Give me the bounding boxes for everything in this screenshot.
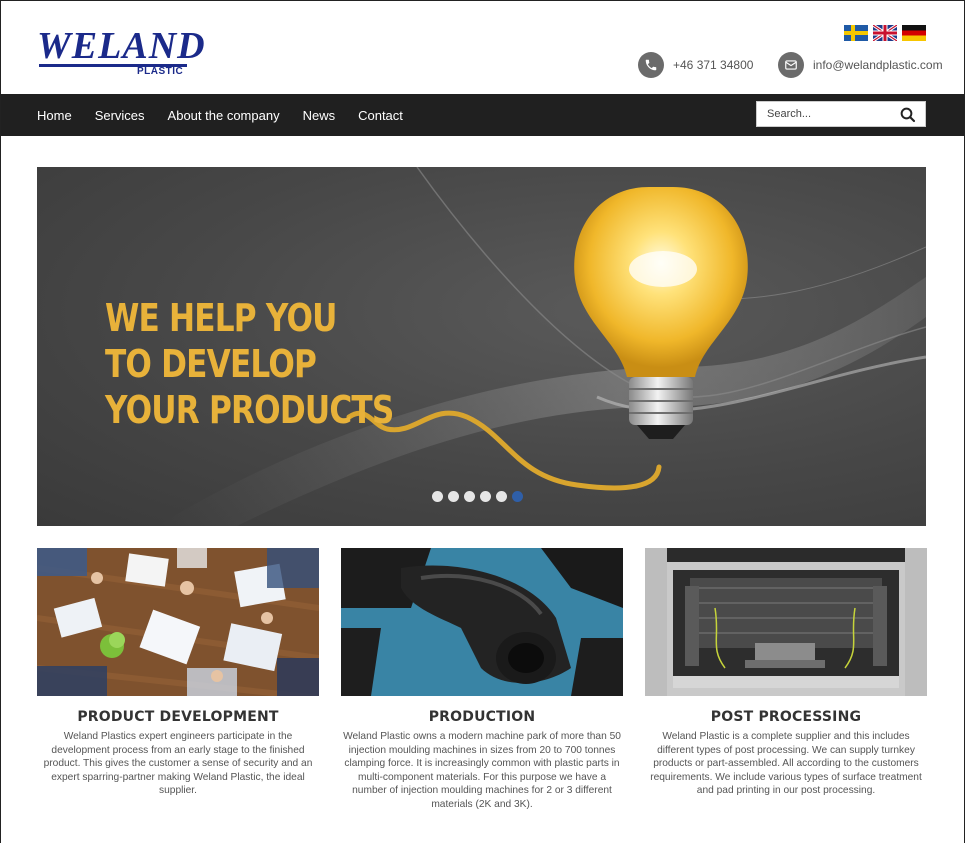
slider-dot-2[interactable] [448,491,459,502]
card-description: Weland Plastic is a complete supplier an… [650,731,922,796]
envelope-icon [778,52,804,78]
search-icon[interactable] [899,106,917,124]
german-flag-icon[interactable] [902,25,926,41]
phone-contact[interactable]: +46 371 34800 [638,52,753,78]
service-card-product-development: PRODUCT DEVELOPMENT Weland Plastics expe… [37,548,319,798]
nav-item-home[interactable]: Home [37,108,72,123]
hero-headline: WE HELP YOU TO DEVELOP YOUR PRODUCTS [105,295,394,433]
card-title: PRODUCT DEVELOPMENT [77,709,279,725]
phone-number: +46 371 34800 [673,58,754,72]
language-selector [844,25,926,41]
hero-line: YOUR PRODUCTS [105,388,394,432]
nav-item-news[interactable]: News [303,108,336,123]
main-navigation: Home Services About the company News Con… [1,94,964,136]
service-card-production: PRODUCTION Weland Plastic owns a modern … [341,548,623,811]
plastic-part-photo[interactable] [341,548,623,696]
service-card-post-processing: POST PROCESSING Weland Plastic is a comp… [645,548,927,798]
machine-interior-photo[interactable] [645,548,927,696]
swedish-flag-icon[interactable] [844,25,868,41]
card-description: Weland Plastic owns a modern machine par… [343,731,621,810]
nav-menu: Home Services About the company News Con… [37,94,403,136]
hero-line: TO DEVELOP [105,342,317,386]
slider-dot-4[interactable] [480,491,491,502]
slider-dot-5[interactable] [496,491,507,502]
uk-flag-icon[interactable] [873,25,897,41]
nav-item-about[interactable]: About the company [168,108,280,123]
logo-subtitle: PLASTIC [137,66,184,77]
slider-dot-6[interactable] [512,491,523,502]
email-address: info@welandplastic.com [813,58,943,72]
phone-icon [638,52,664,78]
slider-dot-1[interactable] [432,491,443,502]
nav-item-services[interactable]: Services [95,108,145,123]
card-description: Weland Plastics expert engineers partici… [43,731,313,796]
card-title: POST PROCESSING [710,709,862,725]
weland-logo[interactable]: WELAND PLASTIC [37,27,205,79]
site-header: WELAND PLASTIC +46 371 34800 info@weland… [1,1,964,94]
search-box [756,101,926,127]
search-input[interactable] [757,102,892,126]
email-contact[interactable]: info@welandplastic.com [778,52,943,78]
hero-slider[interactable]: WE HELP YOU TO DEVELOP YOUR PRODUCTS [37,167,926,526]
meeting-table-photo[interactable] [37,548,319,696]
hero-line: WE HELP YOU [105,296,337,340]
logo-wordmark: WELAND [37,25,206,67]
slider-pagination [432,491,523,502]
nav-item-contact[interactable]: Contact [358,108,403,123]
slider-dot-3[interactable] [464,491,475,502]
card-title: PRODUCTION [428,709,536,725]
